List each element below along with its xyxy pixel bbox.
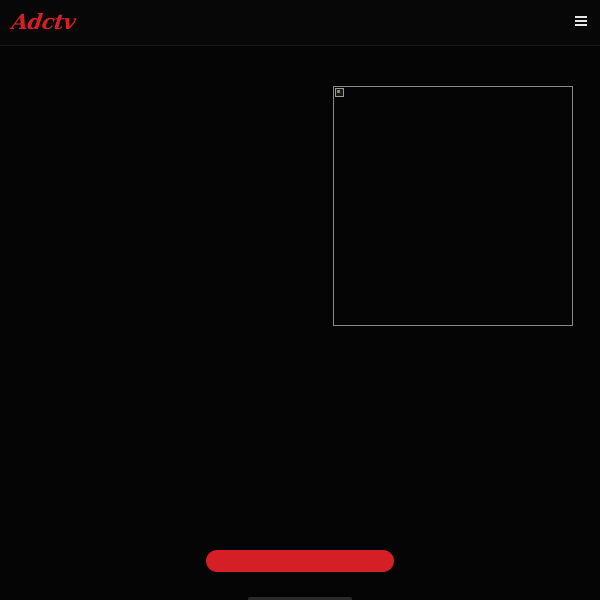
top-header: Adctv xyxy=(0,0,600,46)
primary-action-button[interactable] xyxy=(206,550,394,572)
page: Adctv xyxy=(0,0,600,600)
hamburger-menu-icon[interactable] xyxy=(574,16,588,28)
menu-bar-bottom xyxy=(575,24,587,26)
broken-image-icon xyxy=(335,88,344,97)
menu-bar-middle xyxy=(575,20,587,22)
brand-logo[interactable]: Adctv xyxy=(10,8,77,36)
media-image-frame xyxy=(333,86,573,326)
menu-bar-top xyxy=(575,16,587,18)
